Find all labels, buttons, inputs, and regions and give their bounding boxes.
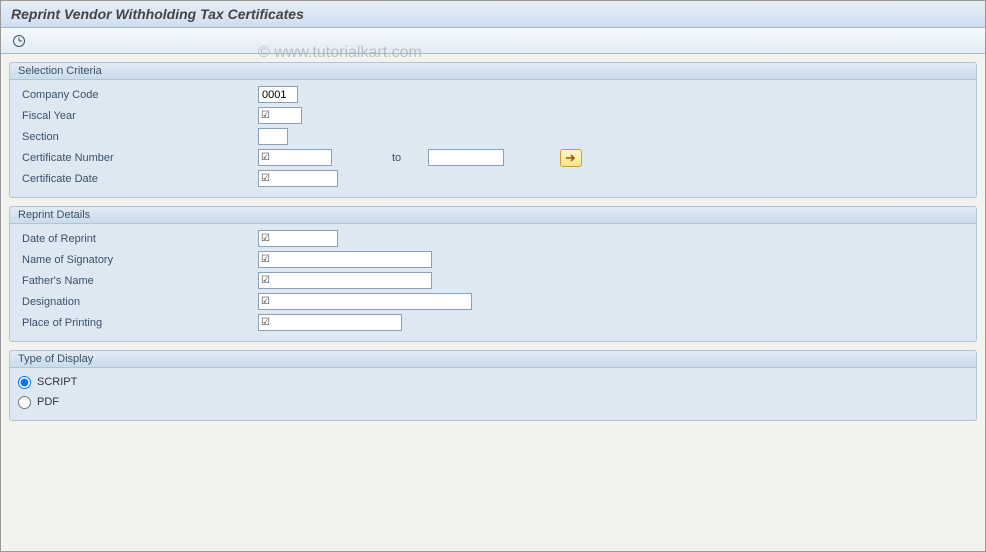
to-label: to — [388, 152, 428, 164]
group-selection-criteria: Selection Criteria Company Code Fiscal Y… — [9, 62, 977, 198]
page-title: Reprint Vendor Withholding Tax Certifica… — [1, 1, 985, 28]
fiscal-year-input[interactable] — [272, 107, 302, 124]
group-header-selection: Selection Criteria — [10, 63, 976, 80]
required-check-icon: ☑ — [258, 293, 272, 310]
signatory-input[interactable] — [272, 251, 432, 268]
toolbar — [1, 28, 985, 54]
cert-date-input[interactable] — [272, 170, 338, 187]
required-check-icon: ☑ — [258, 149, 272, 166]
place-label: Place of Printing — [18, 315, 258, 331]
group-reprint-details: Reprint Details Date of Reprint ☑ Name o… — [9, 206, 977, 342]
radio-pdf-label: PDF — [37, 396, 59, 408]
cert-number-from-input[interactable] — [272, 149, 332, 166]
required-check-icon: ☑ — [258, 107, 272, 124]
company-code-label: Company Code — [18, 87, 258, 103]
place-input[interactable] — [272, 314, 402, 331]
required-check-icon: ☑ — [258, 251, 272, 268]
required-check-icon: ☑ — [258, 272, 272, 289]
designation-input[interactable] — [272, 293, 472, 310]
signatory-label: Name of Signatory — [18, 252, 258, 268]
designation-label: Designation — [18, 294, 258, 310]
execute-button[interactable] — [9, 31, 29, 51]
date-reprint-input[interactable] — [272, 230, 338, 247]
radio-script-input[interactable] — [18, 376, 31, 389]
section-label: Section — [18, 129, 258, 145]
cert-date-label: Certificate Date — [18, 171, 258, 187]
group-header-display: Type of Display — [10, 351, 976, 368]
radio-pdf[interactable]: PDF — [10, 392, 976, 412]
radio-script-label: SCRIPT — [37, 376, 77, 388]
clock-execute-icon — [12, 34, 26, 48]
group-header-reprint: Reprint Details — [10, 207, 976, 224]
required-check-icon: ☑ — [258, 314, 272, 331]
required-check-icon: ☑ — [258, 230, 272, 247]
father-input[interactable] — [272, 272, 432, 289]
radio-pdf-input[interactable] — [18, 396, 31, 409]
radio-script[interactable]: SCRIPT — [10, 372, 976, 392]
watermark: © www.tutorialkart.com — [258, 44, 422, 62]
fiscal-year-label: Fiscal Year — [18, 108, 258, 124]
cert-number-label: Certificate Number — [18, 150, 258, 166]
father-label: Father's Name — [18, 273, 258, 289]
multiple-selection-button[interactable] — [560, 149, 582, 167]
section-input[interactable] — [258, 128, 288, 145]
group-type-of-display: Type of Display SCRIPT PDF — [9, 350, 977, 421]
company-code-input[interactable] — [258, 86, 298, 103]
arrow-right-icon — [565, 153, 577, 163]
date-reprint-label: Date of Reprint — [18, 231, 258, 247]
required-check-icon: ☑ — [258, 170, 272, 187]
cert-number-to-input[interactable] — [428, 149, 504, 166]
